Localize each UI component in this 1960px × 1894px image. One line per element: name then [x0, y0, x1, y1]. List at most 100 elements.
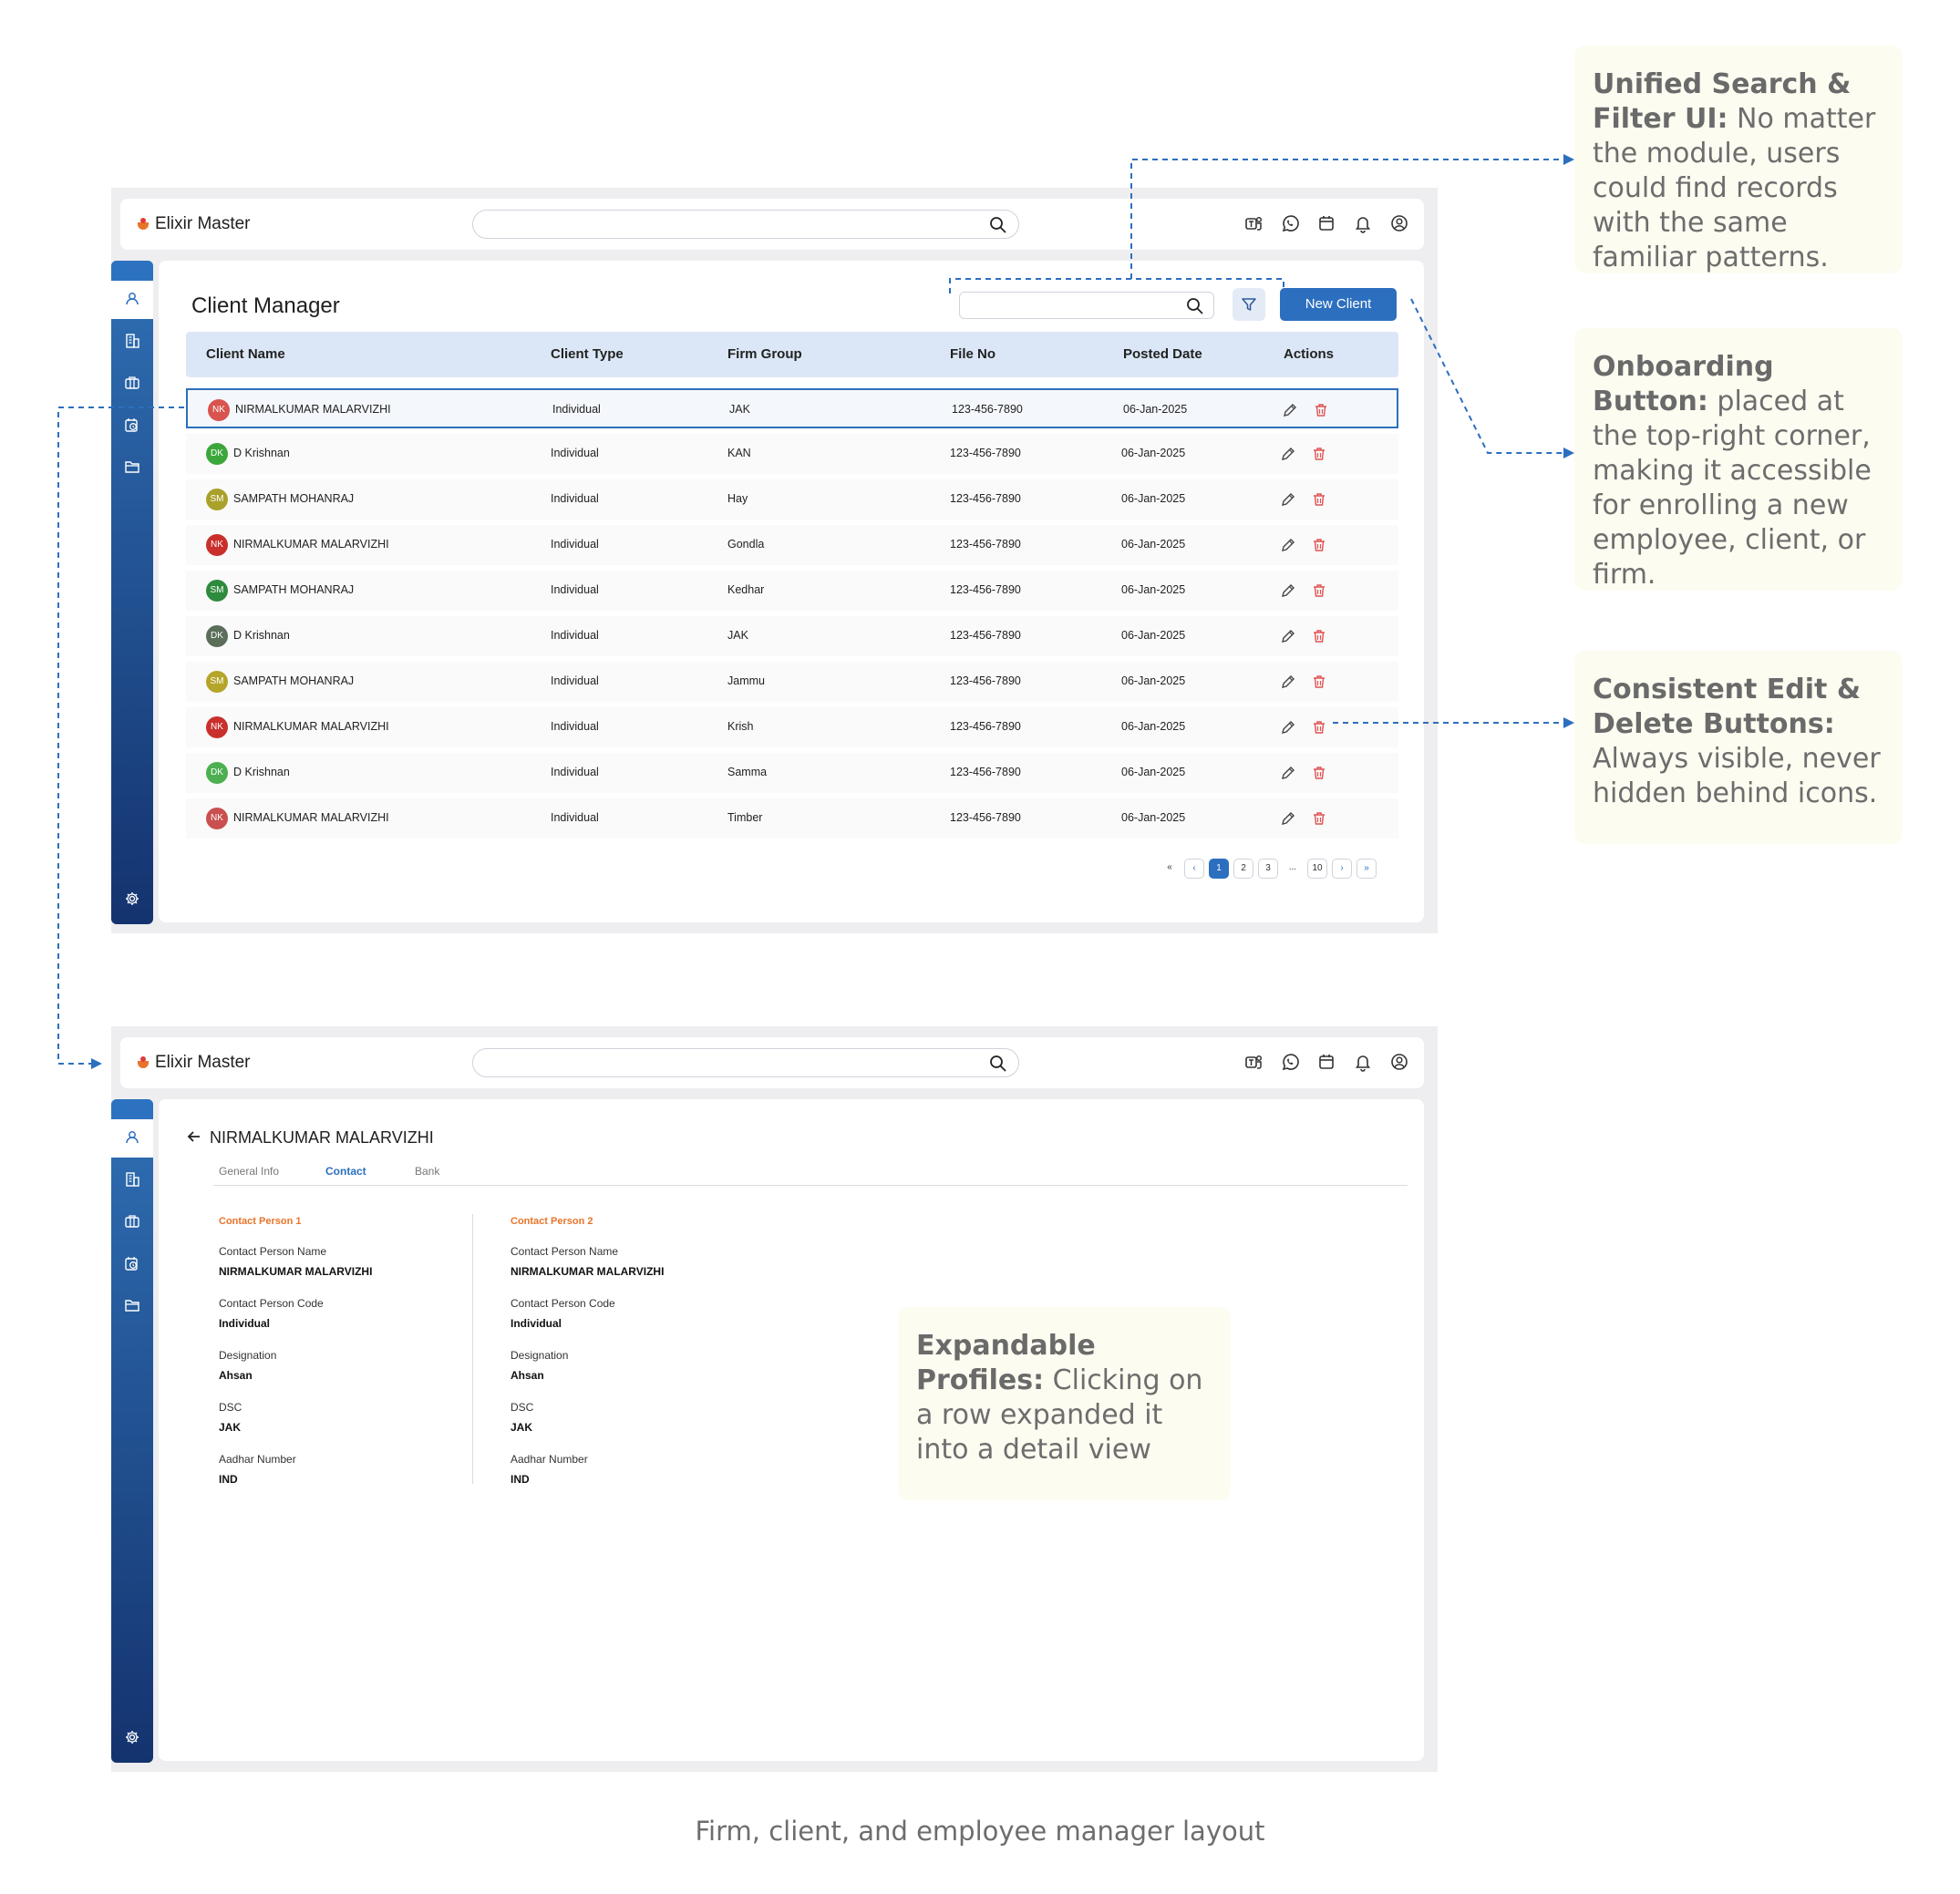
user-circle-icon[interactable]: [1389, 213, 1409, 233]
new-client-button[interactable]: New Client: [1280, 288, 1397, 321]
pagination-first-button[interactable]: «: [1160, 859, 1180, 879]
client-name-cell: NIRMALKUMAR MALARVIZHI: [233, 538, 389, 551]
edit-icon[interactable]: [1280, 582, 1296, 599]
brand[interactable]: Elixir Master: [137, 1053, 251, 1073]
field-label: Aadhar Number: [219, 1453, 296, 1466]
folder-icon[interactable]: [123, 1296, 141, 1314]
delete-icon[interactable]: [1311, 765, 1327, 781]
table-row[interactable]: NK NIRMALKUMAR MALARVIZHI Individual Gondla…: [186, 525, 1398, 565]
column-header-posted-date[interactable]: Posted Date: [1123, 346, 1202, 362]
settings-icon[interactable]: [123, 1728, 141, 1746]
column-header-file-no[interactable]: File No: [950, 346, 995, 362]
tab-contact[interactable]: Contact: [325, 1165, 366, 1178]
table-row[interactable]: NK NIRMALKUMAR MALARVIZHI Individual JAK 123…: [186, 388, 1398, 428]
client-manager-panel: Client Manager New Client Client Name Cl…: [159, 261, 1424, 922]
column-header-actions: Actions: [1284, 346, 1335, 362]
delete-icon[interactable]: [1311, 582, 1327, 599]
time-doc-icon[interactable]: [123, 416, 141, 434]
client-name-title: NIRMALKUMAR MALARVIZHI: [210, 1128, 434, 1147]
table-row[interactable]: SM SAMPATH MOHANRAJ Individual Kedhar 123-45…: [186, 571, 1398, 611]
table-row[interactable]: DK D Krishnan Individual JAK 123-456-7890 06-…: [186, 616, 1398, 656]
client-name-cell: SAMPATH MOHANRAJ: [233, 492, 355, 505]
table-row[interactable]: DK D Krishnan Individual Samma 123-456-7890 0…: [186, 753, 1398, 793]
delete-icon[interactable]: [1311, 810, 1327, 827]
note-title: Consistent Edit & Delete Buttons:: [1593, 674, 1862, 740]
building-icon[interactable]: [123, 332, 141, 350]
edit-icon[interactable]: [1280, 674, 1296, 690]
global-search-input[interactable]: [472, 1048, 1019, 1077]
table-row[interactable]: DK D Krishnan Individual KAN 123-456-7890 06-…: [186, 434, 1398, 474]
time-doc-icon[interactable]: [123, 1254, 141, 1272]
table-search-input[interactable]: [959, 292, 1214, 319]
contact-divider: [472, 1214, 473, 1484]
table-row[interactable]: NK NIRMALKUMAR MALARVIZHI Individual Krish 1…: [186, 707, 1398, 747]
file-no-cell: 123-456-7890: [952, 403, 1023, 416]
edit-icon[interactable]: [1282, 402, 1298, 418]
delete-icon[interactable]: [1311, 674, 1327, 690]
firm-group-cell: Gondla: [727, 538, 765, 551]
settings-icon[interactable]: [123, 890, 141, 908]
posted-date-cell: 06-Jan-2025: [1121, 492, 1186, 505]
building-icon[interactable]: [123, 1170, 141, 1189]
bell-icon[interactable]: [1353, 213, 1373, 233]
pagination-page-10[interactable]: 10: [1307, 859, 1327, 879]
field-label: Contact Person Name: [511, 1245, 619, 1258]
briefcase-icon[interactable]: [123, 374, 141, 392]
user-icon[interactable]: [123, 1128, 141, 1147]
folder-icon[interactable]: [123, 458, 141, 476]
client-type-cell: Individual: [551, 629, 599, 642]
contact-person-1-title: Contact Person 1: [219, 1216, 302, 1227]
file-no-cell: 123-456-7890: [950, 811, 1021, 824]
column-header-client-name[interactable]: Client Name: [206, 346, 285, 362]
delete-icon[interactable]: [1311, 446, 1327, 462]
tab-bank[interactable]: Bank: [415, 1165, 439, 1178]
edit-icon[interactable]: [1280, 491, 1296, 508]
table-row[interactable]: NK NIRMALKUMAR MALARVIZHI Individual Timber…: [186, 798, 1398, 839]
global-search-input[interactable]: [472, 210, 1019, 239]
table-row[interactable]: SM SAMPATH MOHANRAJ Individual Jammu 123-456…: [186, 662, 1398, 702]
bell-icon[interactable]: [1353, 1052, 1373, 1072]
table-row[interactable]: SM SAMPATH MOHANRAJ Individual Hay 123-456-7…: [186, 479, 1398, 520]
user-circle-icon[interactable]: [1389, 1052, 1409, 1072]
client-type-cell: Individual: [551, 811, 599, 824]
user-icon[interactable]: [123, 290, 141, 308]
file-no-cell: 123-456-7890: [950, 492, 1021, 505]
pagination-page-2[interactable]: 2: [1233, 859, 1253, 879]
teams-icon[interactable]: [1243, 1052, 1264, 1072]
field-label: Contact Person Name: [219, 1245, 327, 1258]
note-unified-search: Unified Search & Filter UI: No matter th…: [1574, 46, 1903, 273]
edit-icon[interactable]: [1280, 446, 1296, 462]
whatsapp-icon[interactable]: [1280, 213, 1300, 233]
pagination-page-1[interactable]: 1: [1209, 859, 1229, 879]
whatsapp-icon[interactable]: [1280, 1052, 1300, 1072]
firm-group-cell: Kedhar: [727, 583, 765, 596]
column-header-client-type[interactable]: Client Type: [551, 346, 624, 362]
briefcase-icon[interactable]: [123, 1212, 141, 1230]
tab-general-info[interactable]: General Info: [219, 1165, 279, 1178]
file-no-cell: 123-456-7890: [950, 538, 1021, 551]
filter-button[interactable]: [1233, 288, 1265, 321]
edit-icon[interactable]: [1280, 719, 1296, 736]
teams-icon[interactable]: [1243, 213, 1264, 233]
pagination-page-3[interactable]: 3: [1258, 859, 1278, 879]
calendar-icon[interactable]: [1316, 213, 1336, 233]
back-arrow-icon[interactable]: [186, 1128, 202, 1145]
delete-icon[interactable]: [1313, 402, 1329, 418]
edit-icon[interactable]: [1280, 628, 1296, 644]
brand[interactable]: Elixir Master: [137, 214, 251, 234]
delete-icon[interactable]: [1311, 719, 1327, 736]
edit-icon[interactable]: [1280, 765, 1296, 781]
file-no-cell: 123-456-7890: [950, 583, 1021, 596]
calendar-icon[interactable]: [1316, 1052, 1336, 1072]
column-header-firm-group[interactable]: Firm Group: [727, 346, 802, 362]
posted-date-cell: 06-Jan-2025: [1121, 674, 1186, 687]
delete-icon[interactable]: [1311, 537, 1327, 553]
field-label: Designation: [219, 1349, 277, 1362]
edit-icon[interactable]: [1280, 810, 1296, 827]
delete-icon[interactable]: [1311, 628, 1327, 644]
pagination-prev-button[interactable]: ‹: [1184, 859, 1204, 879]
edit-icon[interactable]: [1280, 537, 1296, 553]
delete-icon[interactable]: [1311, 491, 1327, 508]
pagination-next-button[interactable]: ›: [1332, 859, 1352, 879]
pagination-last-button[interactable]: »: [1357, 859, 1377, 879]
